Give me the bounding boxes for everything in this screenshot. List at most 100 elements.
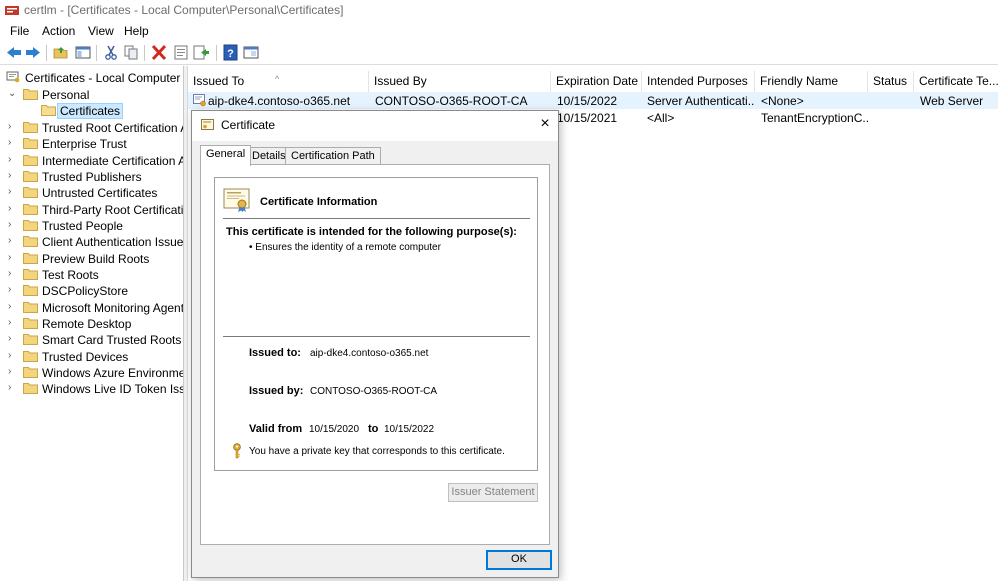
folder-icon: [23, 318, 38, 329]
delete-icon[interactable]: [150, 44, 168, 61]
folder-icon: [23, 187, 38, 198]
export-list-icon[interactable]: [192, 44, 210, 61]
chevron-right-icon[interactable]: ›: [8, 170, 18, 182]
tab-certification-path[interactable]: Certification Path: [285, 147, 381, 165]
console-tree[interactable]: Certificates - Local Computer ⌄ Personal…: [0, 66, 184, 581]
folder-icon: [23, 89, 38, 100]
menu-bar: File Action View Help: [0, 22, 998, 41]
info-title: Certificate Information: [260, 196, 378, 208]
chevron-right-icon[interactable]: ›: [8, 366, 18, 378]
toolbar: ?: [0, 41, 998, 65]
col-issued-to[interactable]: Issued To ^: [188, 71, 369, 93]
help-icon[interactable]: ?: [222, 44, 240, 61]
cut-icon[interactable]: [102, 44, 120, 61]
window-titlebar: certlm - [Certificates - Local Computer\…: [0, 0, 998, 22]
console-icon[interactable]: [242, 44, 260, 61]
copy-icon[interactable]: [122, 44, 140, 61]
folder-icon: [23, 155, 38, 166]
folder-icon: [23, 236, 38, 247]
folder-icon: [23, 367, 38, 378]
table-row[interactable]: aip-dke4.contoso-o365.net CONTOSO-O365-R…: [188, 92, 998, 109]
cell-purposes: Server Authenticati...: [647, 94, 755, 108]
divider: [223, 336, 530, 337]
purpose-heading: This certificate is intended for the fol…: [226, 226, 517, 238]
certlm-app-icon: [5, 6, 19, 15]
chevron-right-icon[interactable]: ›: [8, 333, 18, 345]
col-status[interactable]: Status: [868, 71, 914, 93]
chevron-right-icon[interactable]: ›: [8, 137, 18, 149]
cell-friendly-name: TenantEncryptionC...: [761, 111, 868, 125]
properties-icon[interactable]: [172, 44, 190, 61]
show-hide-tree-icon[interactable]: [74, 44, 92, 61]
chevron-right-icon[interactable]: ›: [8, 186, 18, 198]
close-icon[interactable]: ×: [535, 114, 555, 134]
window-title: certlm - [Certificates - Local Computer\…: [24, 3, 344, 17]
folder-icon: [23, 138, 38, 149]
certificate-icon: [201, 119, 214, 130]
chevron-right-icon[interactable]: ›: [8, 203, 18, 215]
back-arrow-icon[interactable]: [5, 44, 23, 61]
valid-to-value: 10/15/2022: [384, 424, 435, 435]
certificate-icon: [223, 188, 250, 212]
folder-icon: [23, 334, 38, 345]
issuer-statement-button[interactable]: Issuer Statement: [448, 483, 538, 502]
folder-icon: [23, 351, 38, 362]
col-friendly-name[interactable]: Friendly Name: [755, 71, 868, 93]
folder-icon: [23, 204, 38, 215]
chevron-right-icon[interactable]: ›: [8, 219, 18, 231]
valid-from-value: 10/15/2020: [309, 424, 360, 435]
chevron-right-icon[interactable]: ›: [8, 284, 18, 296]
cell-expiration: 10/15/2022: [557, 94, 618, 108]
menu-help[interactable]: Help: [124, 24, 149, 38]
col-expiration-date[interactable]: Expiration Date: [551, 71, 642, 93]
ok-button[interactable]: OK: [486, 550, 552, 570]
private-key-note: You have a private key that corresponds …: [249, 446, 505, 457]
dialog-title: Certificate: [221, 118, 276, 132]
up-folder-icon[interactable]: [52, 44, 70, 61]
folder-icon: [23, 220, 38, 231]
chevron-down-icon[interactable]: ⌄: [8, 88, 18, 100]
col-intended-purposes[interactable]: Intended Purposes: [642, 71, 755, 93]
divider: [223, 218, 530, 219]
dialog-titlebar[interactable]: Certificate ×: [192, 111, 558, 141]
col-certificate-template[interactable]: Certificate Te...: [914, 71, 998, 93]
cell-issued-by: CONTOSO-O365-ROOT-CA: [375, 94, 528, 108]
certificate-key-icon: [193, 94, 206, 107]
folder-icon: [23, 383, 38, 394]
tab-general[interactable]: General: [200, 145, 252, 166]
menu-file[interactable]: File: [10, 24, 29, 38]
sort-ascending-icon: ^: [275, 74, 280, 84]
general-tab-panel: Certificate Information This certificate…: [200, 164, 550, 545]
folder-icon: [23, 302, 38, 313]
certificate-dialog: Certificate × General Details Certificat…: [191, 110, 559, 578]
cell-friendly-name: <None>: [761, 94, 804, 108]
folder-icon: [23, 253, 38, 264]
forward-arrow-icon[interactable]: [24, 44, 42, 61]
chevron-right-icon[interactable]: ›: [8, 317, 18, 329]
chevron-right-icon[interactable]: ›: [8, 252, 18, 264]
chevron-right-icon[interactable]: ›: [8, 121, 18, 133]
chevron-right-icon[interactable]: ›: [8, 235, 18, 247]
computer-cert-icon: [6, 71, 20, 83]
cell-purposes: <All>: [647, 111, 675, 125]
menu-view[interactable]: View: [88, 24, 114, 38]
cell-expiration: 10/15/2021: [557, 111, 618, 125]
issued-by-label: Issued by:: [249, 385, 304, 397]
cell-template: Web Server: [920, 94, 984, 108]
folder-icon: [23, 285, 38, 296]
folder-icon: [23, 269, 38, 280]
chevron-right-icon[interactable]: ›: [8, 154, 18, 166]
chevron-right-icon[interactable]: ›: [8, 382, 18, 394]
issued-to-value: aip-dke4.contoso-o365.net: [310, 348, 429, 359]
valid-to-label: to: [368, 423, 379, 435]
folder-icon: [23, 122, 38, 133]
key-icon: [233, 443, 241, 459]
svg-text:?: ?: [227, 48, 234, 60]
chevron-right-icon[interactable]: ›: [8, 301, 18, 313]
chevron-right-icon[interactable]: ›: [8, 268, 18, 280]
purpose-item: • Ensures the identity of a remote compu…: [249, 242, 441, 253]
menu-action[interactable]: Action: [42, 24, 75, 38]
col-issued-by[interactable]: Issued By: [369, 71, 551, 93]
chevron-right-icon[interactable]: ›: [8, 350, 18, 362]
certificate-info-box: Certificate Information This certificate…: [214, 177, 538, 471]
